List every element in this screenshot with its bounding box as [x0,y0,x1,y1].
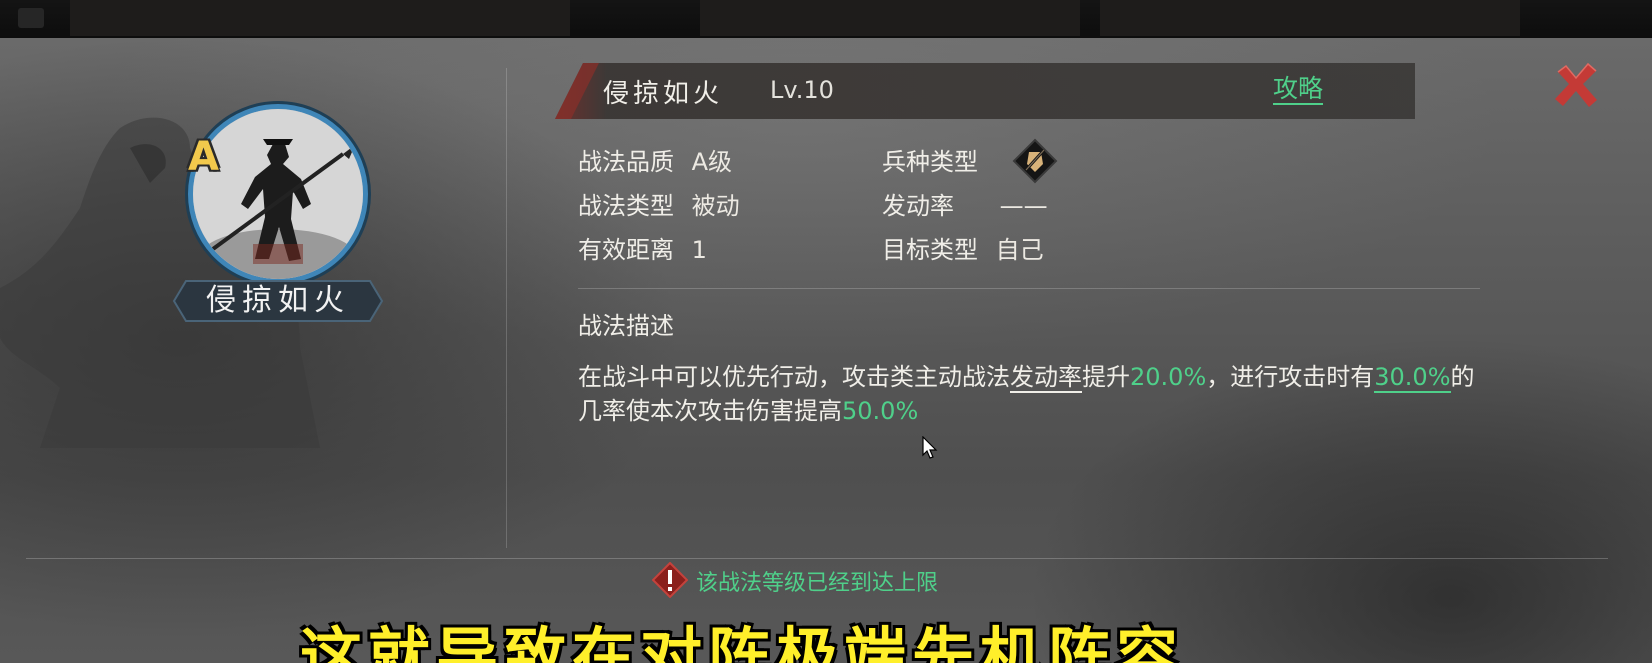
attr-target: 目标类型 自己 [882,230,1044,265]
menu-icon[interactable] [18,8,44,28]
attr-rate: 发动率 —— [882,186,1048,221]
desc-value-damage: 50.0% [842,397,919,425]
skill-detail-panel: A 侵掠如火 侵掠如火 Lv.10 攻略 战法品质 A级 战法类型 被动 有效距… [0,38,1652,663]
vertical-divider [506,68,507,548]
attr-rate-label: 发动率 [882,192,954,220]
attr-target-value: 自己 [995,236,1044,264]
warning-icon [652,562,688,598]
portrait-frame [188,104,368,284]
strategy-link[interactable]: 攻略 [1273,75,1324,105]
attr-target-label: 目标类型 [882,236,978,264]
attr-range: 有效距离 1 [578,230,707,265]
attr-rate-value: —— [999,192,1048,220]
desc-text: 在战斗中可以优先行动，攻击类主动战法 [578,363,1010,391]
skill-portrait: A [188,104,368,284]
close-icon[interactable] [1552,62,1600,110]
top-bar-segment [1100,0,1520,36]
skill-description: 在战斗中可以优先行动，攻击类主动战法发动率提升20.0%，进行攻击时有30.0%… [578,360,1488,428]
desc-value-rate: 20.0% [1130,363,1207,391]
horizontal-divider [26,558,1608,559]
video-subtitle-overlay: 这就导致在对阵极端先机阵容 [300,620,1185,663]
desc-value-chance[interactable]: 30.0% [1374,363,1451,393]
attr-troop: 兵种类型 [882,142,978,177]
section-divider [578,288,1480,289]
attr-range-label: 有效距离 [578,236,674,264]
skill-level: Lv.10 [770,76,834,104]
mouse-cursor-icon [922,436,938,459]
desc-text: 提升 [1082,363,1130,391]
skill-title-bar: 侵掠如火 Lv.10 攻略 [555,63,1415,119]
description-title: 战法描述 [578,312,674,340]
attr-quality-value: A级 [691,148,733,176]
skill-title-name: 侵掠如火 [603,79,724,109]
level-cap-text: 该战法等级已经到达上限 [696,571,939,596]
nameplate-label: 侵掠如火 [206,283,350,318]
attr-quality-label: 战法品质 [578,148,674,176]
troop-type-icon[interactable] [1012,138,1058,184]
attr-type: 战法类型 被动 [578,186,740,221]
top-bar [0,0,1652,38]
attr-quality: 战法品质 A级 [578,142,732,177]
skill-nameplate: 侵掠如火 [172,277,384,325]
skill-grade-badge: A [188,134,219,180]
attr-type-label: 战法类型 [578,192,674,220]
top-bar-segment [70,0,570,36]
top-bar-segment [700,0,1080,36]
attr-type-value: 被动 [691,192,740,220]
desc-text: ，进行攻击时有 [1206,363,1375,391]
activation-rate-term[interactable]: 发动率 [1010,363,1082,393]
attr-range-value: 1 [691,236,707,264]
attr-troop-label: 兵种类型 [882,148,978,176]
